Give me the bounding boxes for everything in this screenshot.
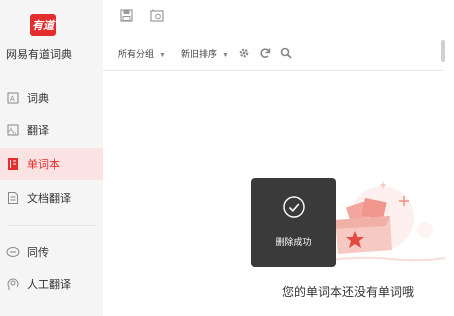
check-circle-icon: [283, 196, 305, 218]
refresh-icon[interactable]: [259, 46, 271, 58]
sidebar-divider: [8, 225, 96, 226]
group-filter-label: 所有分组: [118, 49, 155, 59]
save-icon[interactable]: [119, 8, 133, 22]
sort-filter-dropdown[interactable]: 新旧排序 ▼: [181, 47, 229, 60]
sidebar-item-human-translation[interactable]: 人工翻译: [0, 268, 103, 300]
sidebar-item-interpretation[interactable]: 同传: [0, 236, 103, 268]
interpretation-icon: [6, 245, 20, 259]
toast-message: 删除成功: [275, 237, 312, 247]
svg-text:A: A: [10, 96, 15, 103]
sidebar-item-label: 文档翻译: [27, 193, 71, 205]
wordbook-icon: [6, 157, 20, 171]
empty-state-message: 您的单词本还没有单词哦: [282, 285, 415, 299]
svg-text:b: b: [13, 131, 16, 136]
sidebar-item-dictionary[interactable]: A 词典: [0, 82, 103, 114]
sidebar-item-label: 翻译: [27, 125, 49, 137]
sidebar-item-label: 人工翻译: [27, 279, 71, 291]
sidebar-item-wordbook[interactable]: 单词本: [0, 148, 103, 180]
empty-wordbook-illustration: [330, 182, 445, 262]
app-logo-text: 有道: [32, 20, 54, 32]
sidebar: 有道 网易有道词典 A 词典 Ab 翻译 单词本 文档翻译 同传 人工翻译: [0, 0, 103, 316]
sidebar-item-label: 单词本: [27, 159, 60, 171]
success-toast: 删除成功: [251, 178, 336, 267]
sidebar-item-translate[interactable]: Ab 翻译: [0, 114, 103, 146]
sidebar-item-label: 同传: [27, 247, 49, 259]
photo-icon[interactable]: [150, 8, 164, 22]
chevron-down-icon: ▼: [222, 52, 229, 59]
sort-filter-label: 新旧排序: [181, 49, 218, 59]
dictionary-icon: A: [6, 91, 20, 105]
human-translation-icon: [6, 277, 20, 291]
settings-icon[interactable]: [238, 46, 250, 58]
sidebar-item-label: 词典: [27, 93, 49, 105]
search-icon[interactable]: [280, 46, 292, 59]
document-icon: [6, 191, 20, 205]
scrollbar[interactable]: [441, 40, 445, 62]
app-name: 网易有道词典: [6, 49, 72, 61]
sidebar-item-document-translate[interactable]: 文档翻译: [0, 182, 103, 214]
group-filter-dropdown[interactable]: 所有分组 ▼: [118, 47, 166, 60]
chevron-down-icon: ▼: [159, 52, 166, 59]
header-divider: [103, 70, 443, 71]
app-logo: 有道: [30, 14, 56, 36]
translate-icon: Ab: [6, 123, 20, 137]
